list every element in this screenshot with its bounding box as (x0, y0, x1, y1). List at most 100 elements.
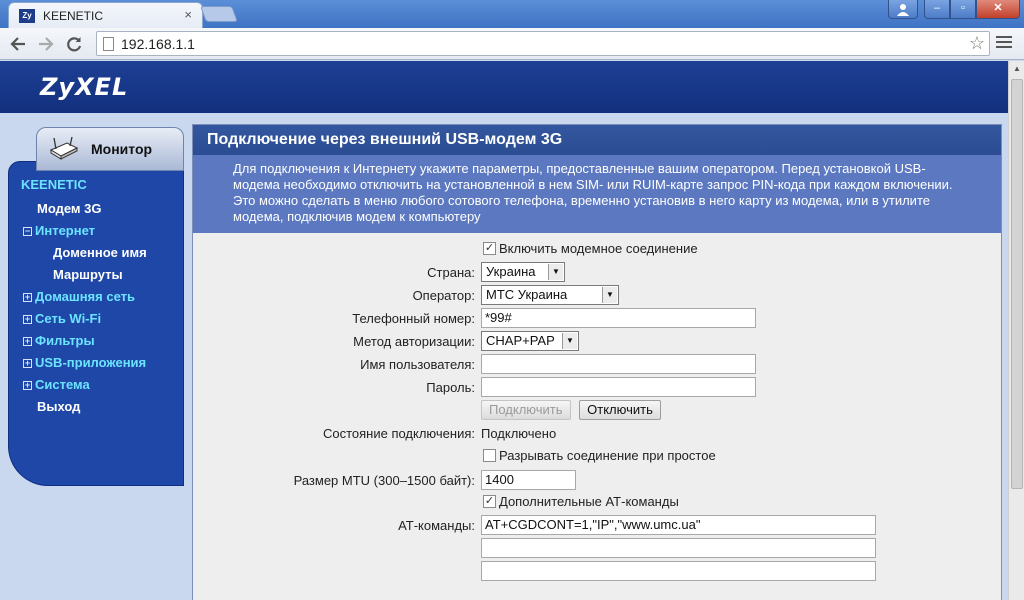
sidebar-brand[interactable]: KEENETIC (21, 177, 87, 192)
chevron-down-icon: ▼ (562, 333, 577, 349)
at-commands-row-3 (193, 561, 1001, 583)
sidebar-item[interactable]: + Система (23, 374, 147, 396)
forward-icon[interactable] (34, 32, 58, 56)
buttons-group: Подключить Отключить (481, 400, 661, 420)
at-extra-row: ✓ Дополнительные АТ-команды (193, 492, 1001, 514)
panel-description: Для подключения к Интернету укажите пара… (193, 155, 1001, 233)
sidebar-item-label: Сеть Wi-Fi (35, 311, 102, 326)
user-icon[interactable] (888, 0, 918, 19)
zyxel-logo: ZyXEL (40, 73, 129, 101)
sidebar-item-label: Выход (37, 399, 81, 414)
sidebar-item[interactable]: + Сеть Wi-Fi (23, 308, 147, 330)
minimize-button[interactable]: – (924, 0, 950, 19)
router-icon (49, 136, 79, 160)
close-window-button[interactable]: ✕ (976, 0, 1020, 19)
status-label: Состояние подключения: (322, 426, 475, 441)
main-panel: Подключение через внешний USB-модем 3G Д… (192, 124, 1002, 600)
panel-header: Подключение через внешний USB-модем 3G (193, 125, 1001, 155)
browser-toolbar: 192.168.1.1 ☆ (0, 28, 1024, 60)
sidebar-item-label: USB-приложения (35, 355, 147, 370)
username-label: Имя пользователя: (360, 357, 475, 372)
sidebar-item[interactable]: − Интернет (23, 220, 147, 242)
menu-icon[interactable] (996, 36, 1012, 50)
at-commands-row-2 (193, 538, 1001, 560)
maximize-button[interactable]: ▫ (950, 0, 976, 19)
at-commands-row: АТ-команды: AT+CGDCONT=1,"IP","www.umc.u… (193, 515, 1001, 537)
sidebar-item[interactable]: + Фильтры (23, 330, 147, 352)
close-tab-icon[interactable]: × (184, 7, 192, 22)
sidebar-item[interactable]: Модем 3G (23, 198, 147, 220)
sidebar-item[interactable]: + USB-приложения (23, 352, 147, 374)
phone-input[interactable]: *99# (481, 308, 756, 328)
sidebar: KEENETIC Модем 3G − Интернет Доменное имя Ма… (8, 161, 184, 486)
operator-value: МТС Украина (486, 287, 568, 302)
url-text: 192.168.1.1 (121, 36, 195, 52)
window-controls: – ▫ ✕ (888, 0, 1020, 20)
page-icon (103, 37, 114, 51)
enable-modem-row: ✓ Включить модемное соединение (193, 239, 1001, 261)
expand-icon[interactable]: + (23, 315, 32, 324)
mtu-input[interactable]: 1400 (481, 470, 576, 490)
page-header: ZyXEL (0, 61, 1024, 113)
monitor-tab-label: Монитор (91, 141, 153, 157)
back-icon[interactable] (6, 32, 30, 56)
sidebar-item-label: Фильтры (35, 333, 95, 348)
address-bar[interactable]: 192.168.1.1 ☆ (96, 31, 990, 56)
browser-tab[interactable]: Zy KEENETIC × (8, 2, 203, 28)
sidebar-item-label: Модем 3G (37, 201, 102, 216)
expand-icon[interactable]: + (23, 381, 32, 390)
at-extra-checkbox[interactable]: ✓ (483, 495, 496, 508)
username-row: Имя пользователя: (193, 354, 1001, 376)
operator-select[interactable]: МТС Украина ▼ (481, 285, 619, 305)
at-command-input-2[interactable] (481, 538, 876, 558)
new-tab-button[interactable] (200, 6, 238, 22)
sidebar-item[interactable]: Выход (23, 396, 147, 418)
password-input[interactable] (481, 377, 756, 397)
collapse-icon[interactable]: − (23, 227, 32, 236)
disconnect-button[interactable]: Отключить (579, 400, 661, 420)
page: ZyXEL KEENETIC Модем 3G − Интернет Доменное… (0, 61, 1024, 600)
sidebar-item[interactable]: Доменное имя (23, 242, 147, 264)
expand-icon[interactable]: + (23, 293, 32, 302)
connect-button[interactable]: Подключить (481, 400, 571, 420)
sidebar-item-label: Интернет (35, 223, 96, 238)
country-select[interactable]: Украина ▼ (481, 262, 565, 282)
favicon-icon: Zy (19, 9, 35, 23)
operator-row: Оператор: МТС Украина ▼ (193, 285, 1001, 307)
sidebar-item-label: Система (35, 377, 90, 392)
idle-disconnect-row: Разрывать соединение при простое (193, 446, 1001, 468)
scroll-up-icon[interactable]: ▲ (1009, 61, 1024, 77)
monitor-tab[interactable]: Монитор (36, 127, 184, 171)
mtu-row: Размер MTU (300–1500 байт): 1400 (193, 470, 1001, 492)
sidebar-item[interactable]: Маршруты (23, 264, 147, 286)
browser-titlebar: Zy KEENETIC × – ▫ ✕ (0, 0, 1024, 28)
sidebar-item-label: Домашняя сеть (35, 289, 135, 304)
username-input[interactable] (481, 354, 756, 374)
enable-modem-label: Включить модемное соединение (499, 241, 698, 256)
page-scrollbar[interactable]: ▲ (1008, 61, 1024, 600)
phone-label: Телефонный номер: (352, 311, 475, 326)
idle-disconnect-checkbox[interactable] (483, 449, 496, 462)
at-extra-label: Дополнительные АТ-команды (499, 494, 679, 509)
expand-icon[interactable]: + (23, 337, 32, 346)
at-label: АТ-команды: (398, 518, 475, 533)
page-title: Подключение через внешний USB-модем 3G (207, 131, 563, 148)
star-icon[interactable]: ☆ (969, 33, 985, 54)
sidebar-item[interactable]: + Домашняя сеть (23, 286, 147, 308)
mtu-label: Размер MTU (300–1500 байт): (293, 473, 475, 488)
enable-modem-checkbox[interactable]: ✓ (483, 242, 496, 255)
password-row: Пароль: (193, 377, 1001, 399)
phone-row: Телефонный номер: *99# (193, 308, 1001, 330)
at-command-input-1[interactable]: AT+CGDCONT=1,"IP","www.umc.ua" (481, 515, 876, 535)
at-command-input-3[interactable] (481, 561, 876, 581)
auth-select[interactable]: CHAP+PAP ▼ (481, 331, 579, 351)
country-row: Страна: Украина ▼ (193, 262, 1001, 284)
auth-row: Метод авторизации: CHAP+PAP ▼ (193, 331, 1001, 353)
expand-icon[interactable]: + (23, 359, 32, 368)
status-value: Подключено (481, 426, 557, 441)
scrollbar-thumb[interactable] (1011, 79, 1023, 489)
idle-disconnect-label: Разрывать соединение при простое (499, 448, 716, 463)
country-label: Страна: (427, 265, 475, 280)
chevron-down-icon: ▼ (602, 287, 617, 303)
reload-icon[interactable] (62, 32, 86, 56)
